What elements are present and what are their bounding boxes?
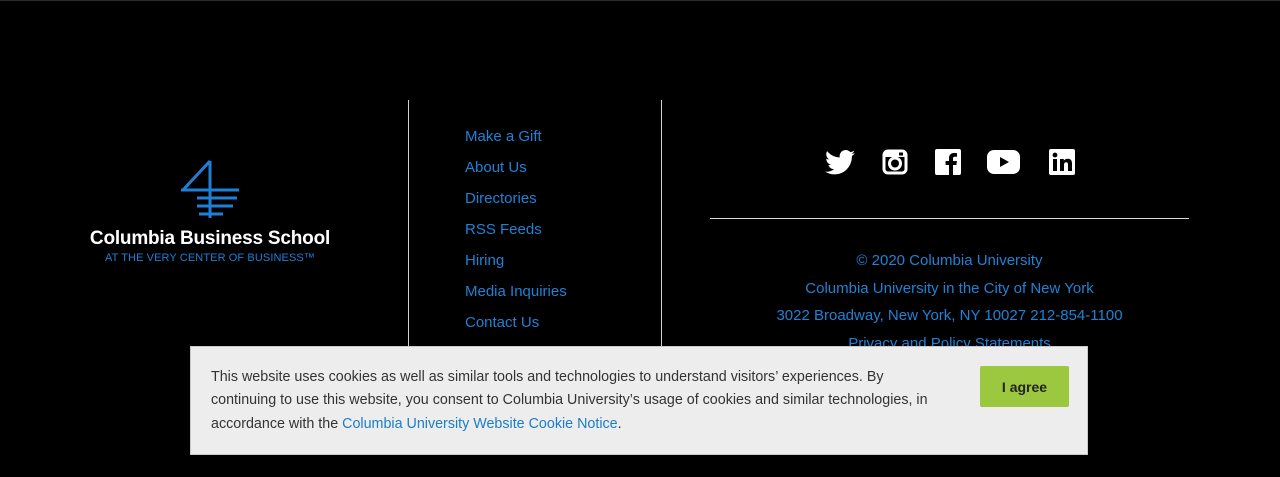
columbia-crown-logo-icon bbox=[181, 159, 239, 218]
address-text: 3022 Broadway, New York, NY 10027 212-85… bbox=[776, 307, 1123, 324]
linkedin-icon[interactable] bbox=[1048, 146, 1076, 178]
contact-us-link[interactable]: Contact Us bbox=[465, 314, 539, 331]
directories-link[interactable]: Directories bbox=[465, 190, 537, 207]
youtube-icon[interactable] bbox=[986, 146, 1020, 178]
copyright-text: © 2020 Columbia University bbox=[856, 252, 1043, 269]
divider-right bbox=[661, 100, 662, 360]
cookie-notice-link[interactable]: Columbia University Website Cookie Notic… bbox=[342, 416, 617, 432]
cookie-banner: This website uses cookies as well as sim… bbox=[190, 346, 1088, 455]
cookie-message: This website uses cookies as well as sim… bbox=[211, 366, 931, 436]
columbia-university-link[interactable]: Columbia University in the City of New Y… bbox=[805, 280, 1093, 297]
rss-feeds-link[interactable]: RSS Feeds bbox=[465, 221, 542, 238]
twitter-icon[interactable] bbox=[824, 146, 856, 178]
footer-nav-item: Hiring bbox=[465, 250, 567, 281]
social-links bbox=[820, 146, 1080, 178]
top-border bbox=[0, 0, 1280, 1]
divider-left bbox=[408, 100, 409, 360]
cookie-message-end: . bbox=[617, 415, 622, 432]
footer-nav-item: Contact Us bbox=[465, 312, 567, 343]
facebook-icon[interactable] bbox=[934, 146, 962, 178]
logo-name: Columbia Business School bbox=[89, 228, 331, 249]
footer-nav-item: Make a Gift bbox=[465, 126, 567, 157]
university-tagline: Columbia University in the City of New Y… bbox=[710, 278, 1189, 306]
footer-nav-item: Media Inquiries bbox=[465, 281, 567, 312]
footer-nav-item: RSS Feeds bbox=[465, 219, 567, 250]
make-a-gift-link[interactable]: Make a Gift bbox=[465, 128, 542, 145]
footer-nav: Make a Gift About Us Directories RSS Fee… bbox=[465, 126, 567, 343]
instagram-icon[interactable] bbox=[881, 146, 909, 178]
info-divider bbox=[710, 218, 1189, 219]
university-info: © 2020 Columbia University Columbia Univ… bbox=[710, 250, 1189, 360]
cbs-logo[interactable]: Columbia Business School AT THE VERY CEN… bbox=[88, 158, 332, 264]
hiring-link[interactable]: Hiring bbox=[465, 252, 504, 269]
media-inquiries-link[interactable]: Media Inquiries bbox=[465, 283, 567, 300]
agree-button[interactable]: I agree bbox=[980, 366, 1069, 407]
about-us-link[interactable]: About Us bbox=[465, 159, 527, 176]
footer-nav-item: About Us bbox=[465, 157, 567, 188]
logo-tagline: AT THE VERY CENTER OF BUSINESS™ bbox=[105, 252, 315, 264]
footer-nav-item: Directories bbox=[465, 188, 567, 219]
